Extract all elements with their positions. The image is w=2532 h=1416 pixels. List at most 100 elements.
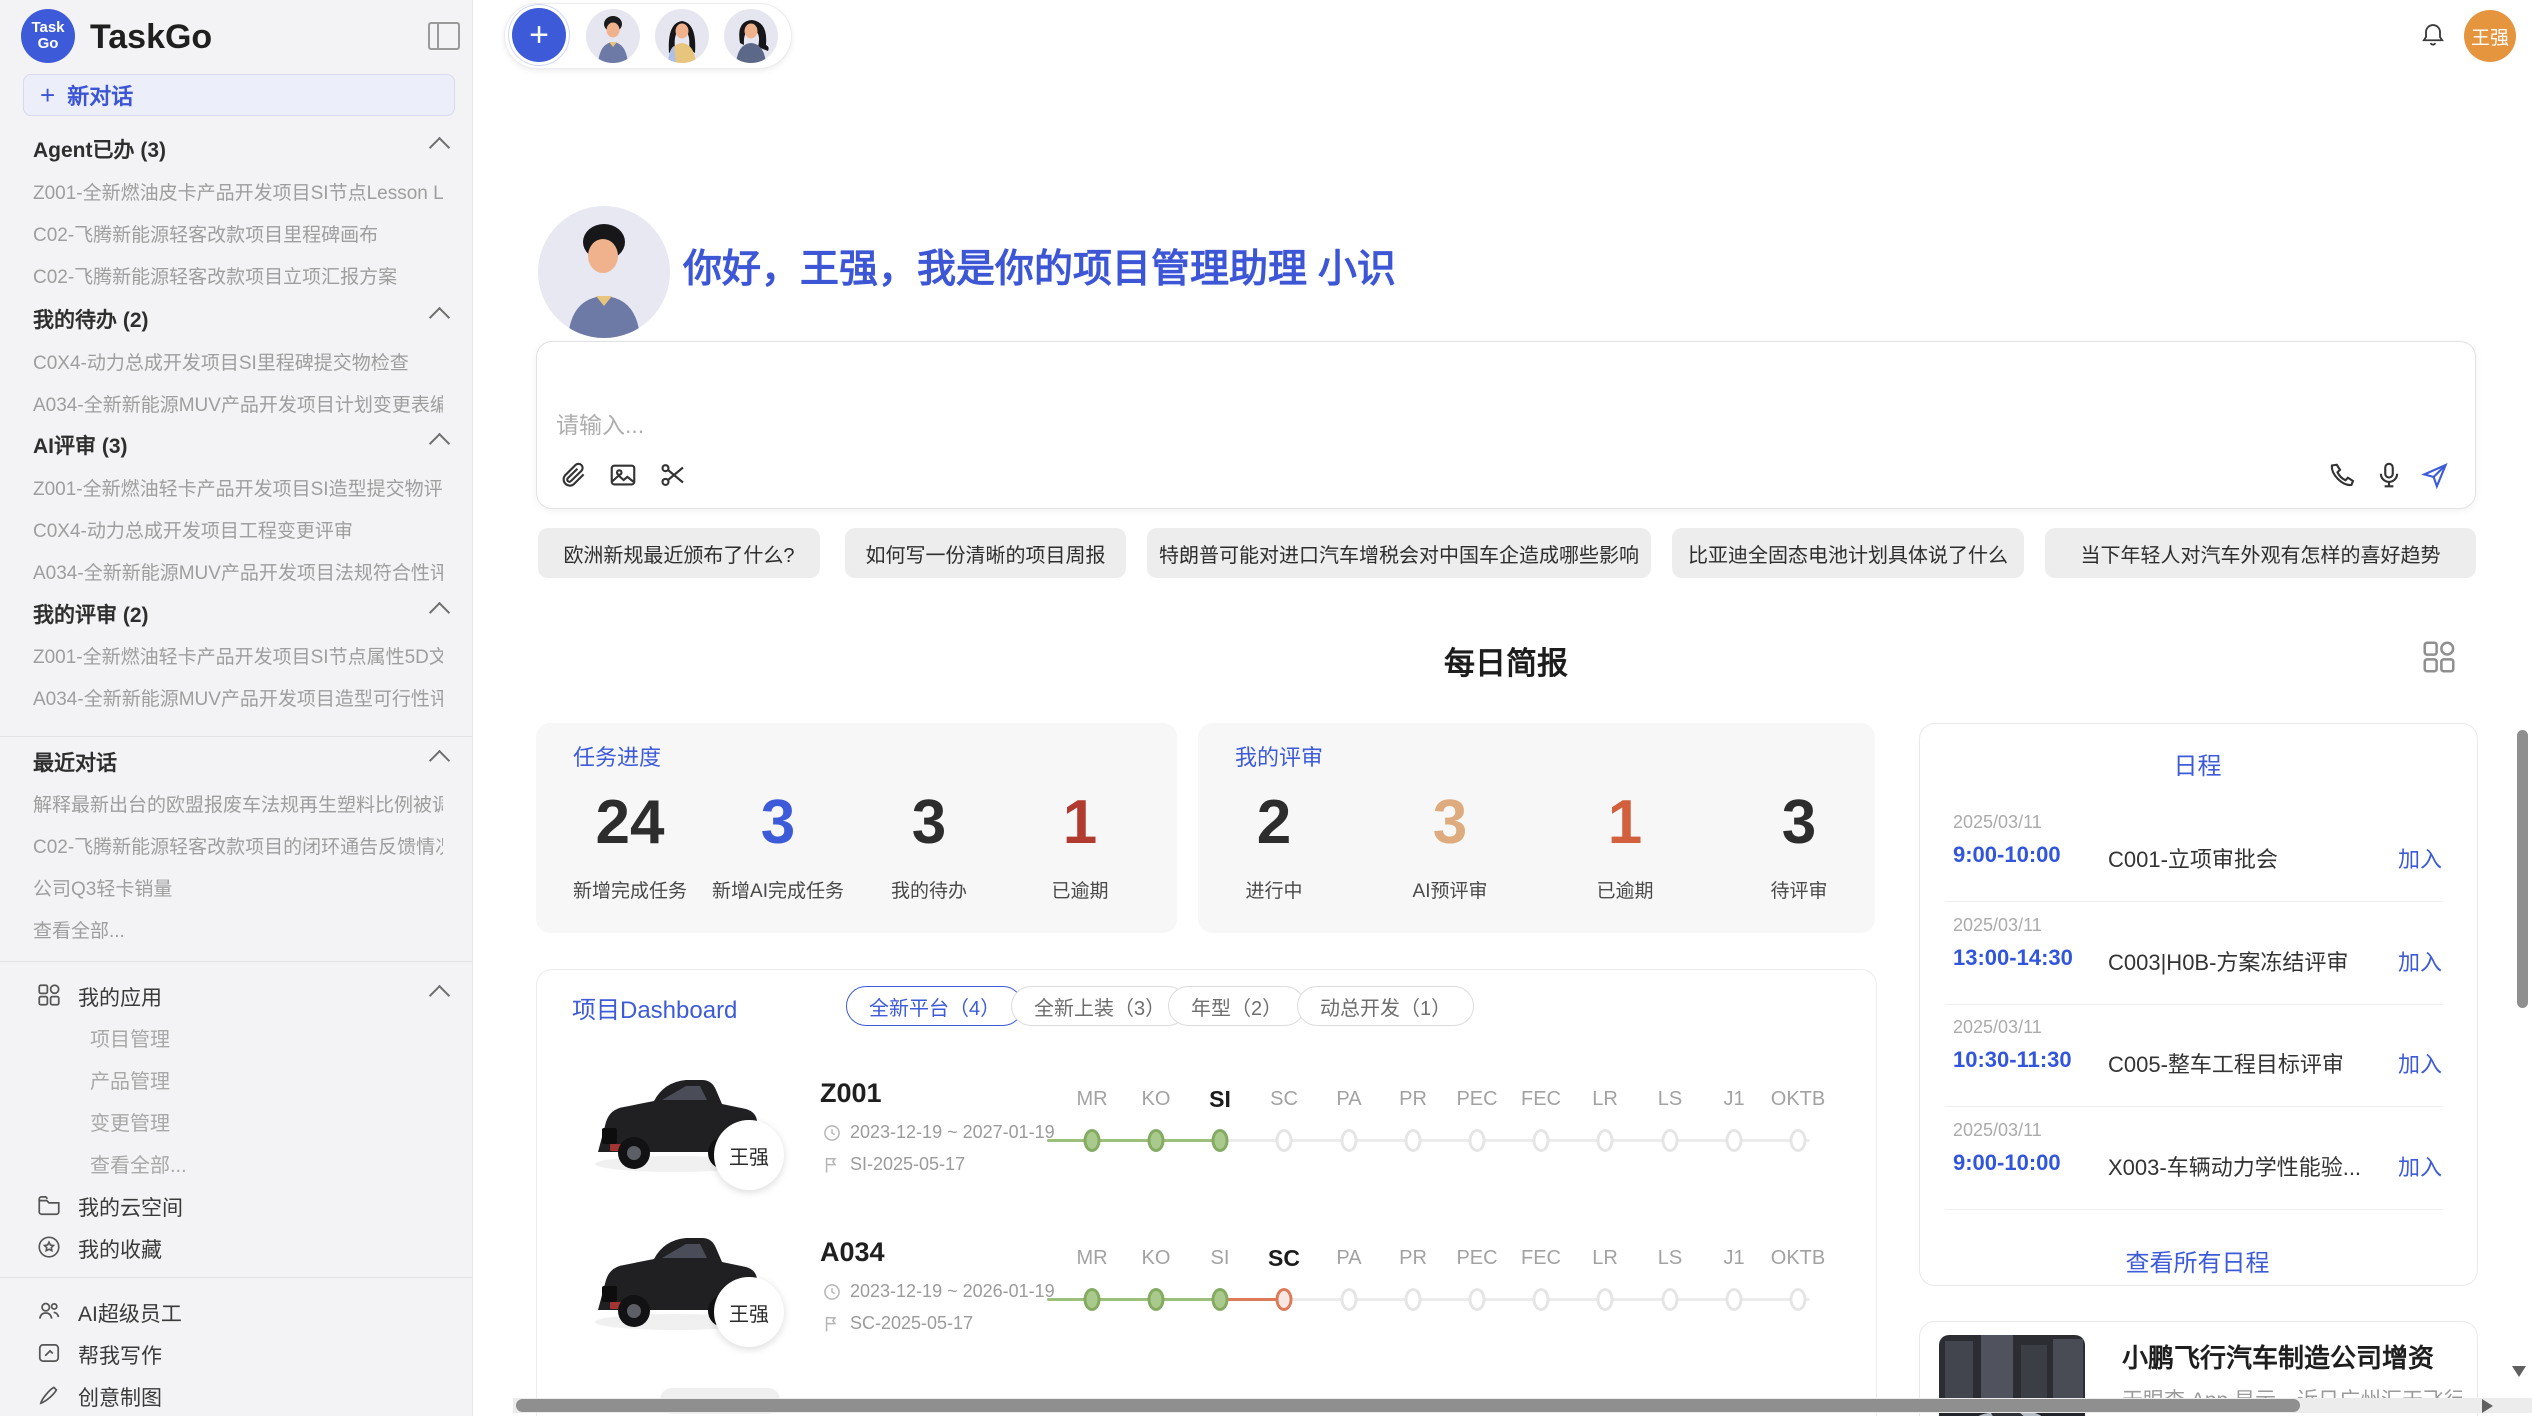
suggestion-chip[interactable]: 如何写一份清晰的项目周报 bbox=[845, 528, 1126, 578]
list-item[interactable]: 解释最新出台的欧盟报废车法规再生塑料比例被调至15%... bbox=[33, 790, 443, 817]
sidebar-item-creative-draw[interactable]: 创意制图 bbox=[78, 1382, 162, 1412]
section-my-review[interactable]: 我的评审 (2) bbox=[33, 599, 149, 629]
attachment-icon[interactable] bbox=[558, 460, 588, 490]
app-title: TaskGo bbox=[90, 18, 212, 57]
scroll-right-arrow-icon[interactable] bbox=[2482, 1399, 2493, 1413]
scroll-down-arrow-icon[interactable] bbox=[2512, 1366, 2526, 1377]
avatar[interactable] bbox=[586, 9, 640, 63]
project-name[interactable]: A034 bbox=[820, 1237, 885, 1268]
image-icon[interactable] bbox=[608, 460, 638, 490]
milestone-node-done bbox=[1084, 1288, 1101, 1311]
join-link[interactable]: 加入 bbox=[2398, 945, 2442, 977]
sidebar-collapse-icon[interactable] bbox=[428, 22, 460, 50]
milestone-node bbox=[1533, 1288, 1550, 1311]
layout-grid-icon[interactable] bbox=[2420, 638, 2458, 676]
sidebar-item-product-mgmt[interactable]: 产品管理 bbox=[90, 1065, 170, 1094]
sidebar-item-favorites[interactable]: 我的收藏 bbox=[78, 1234, 162, 1264]
logo-line2: Go bbox=[38, 36, 59, 52]
list-item[interactable]: C0X4-动力总成开发项目工程变更评审 bbox=[33, 516, 443, 543]
divider bbox=[1945, 901, 2443, 902]
sidebar-item-my-apps[interactable]: 我的应用 bbox=[78, 982, 162, 1012]
notifications-bell-icon[interactable] bbox=[2419, 20, 2447, 50]
clock-icon bbox=[822, 1282, 842, 1302]
milestone-track-overdue bbox=[1220, 1298, 1284, 1301]
suggestion-chip[interactable]: 当下年轻人对汽车外观有怎样的喜好趋势 bbox=[2045, 528, 2476, 578]
list-item[interactable]: A034-全新新能源MUV产品开发项目造型可行性评审 bbox=[33, 684, 443, 711]
suggestion-chip[interactable]: 特朗普可能对进口汽车增税会对中国车企造成哪些影响 bbox=[1147, 528, 1651, 578]
list-item[interactable]: Z001-全新燃油轻卡产品开发项目SI节点属性5D文件评审 bbox=[33, 642, 443, 669]
app-logo: Task Go bbox=[21, 9, 75, 63]
microphone-icon[interactable] bbox=[2374, 460, 2404, 490]
milestone-node bbox=[1341, 1288, 1358, 1311]
milestone-node bbox=[1597, 1288, 1614, 1311]
milestone-node bbox=[1790, 1129, 1807, 1152]
schedule-date: 2025/03/11 bbox=[1953, 1120, 2042, 1141]
join-link[interactable]: 加入 bbox=[2398, 1047, 2442, 1079]
list-item[interactable]: A034-全新新能源MUV产品开发项目计划变更表编写 bbox=[33, 390, 443, 417]
section-agent-done[interactable]: Agent已办 (3) bbox=[33, 134, 166, 164]
divider bbox=[1945, 1209, 2443, 1210]
list-item[interactable]: C02-飞腾新能源轻客改款项目里程碑画布 bbox=[33, 220, 443, 247]
avatar[interactable] bbox=[655, 9, 709, 63]
chevron-up-icon[interactable] bbox=[429, 433, 450, 454]
daily-briefing-title: 每日简报 bbox=[1306, 638, 1706, 683]
section-recent-chats[interactable]: 最近对话 bbox=[33, 747, 117, 777]
horizontal-scrollbar-thumb[interactable] bbox=[516, 1399, 2300, 1412]
milestone-node bbox=[1662, 1129, 1679, 1152]
tab-all-platform[interactable]: 全新平台（4） bbox=[846, 986, 1023, 1026]
list-item[interactable]: Z001-全新燃油轻卡产品开发项目SI造型提交物评审 bbox=[33, 474, 443, 501]
list-item[interactable]: C02-飞腾新能源轻客改款项目立项汇报方案 bbox=[33, 262, 443, 289]
schedule-event: X003-车辆动力学性能验... bbox=[2108, 1150, 2361, 1182]
schedule-event: C005-整车工程目标评审 bbox=[2108, 1047, 2344, 1079]
milestone-label: PR bbox=[1399, 1088, 1427, 1111]
tab-year-model[interactable]: 年型（2） bbox=[1168, 986, 1305, 1026]
section-ai-review[interactable]: AI评审 (3) bbox=[33, 430, 128, 460]
suggestion-chip[interactable]: 比亚迪全固态电池计划具体说了什么 bbox=[1672, 528, 2024, 578]
tab-powertrain[interactable]: 动总开发（1） bbox=[1297, 986, 1474, 1026]
view-all-schedule-link[interactable]: 查看所有日程 bbox=[1919, 1243, 2476, 1278]
section-my-todo[interactable]: 我的待办 (2) bbox=[33, 304, 149, 334]
chevron-up-icon[interactable] bbox=[429, 137, 450, 158]
chat-input[interactable] bbox=[536, 341, 2476, 509]
chevron-up-icon[interactable] bbox=[429, 602, 450, 623]
sidebar-item-change-mgmt[interactable]: 变更管理 bbox=[90, 1107, 170, 1136]
new-chat-button[interactable]: + 新对话 bbox=[23, 74, 455, 116]
list-item[interactable]: 公司Q3轻卡销量 bbox=[33, 874, 443, 901]
milestone-label: PEC bbox=[1456, 1247, 1497, 1270]
send-icon[interactable] bbox=[2420, 460, 2450, 490]
clock-icon bbox=[822, 1123, 842, 1143]
sidebar-item-cloud-space[interactable]: 我的云空间 bbox=[78, 1192, 183, 1222]
view-all-link[interactable]: 查看全部... bbox=[33, 916, 443, 943]
add-agent-button[interactable]: + bbox=[512, 8, 566, 62]
milestone-label: PA bbox=[1336, 1247, 1361, 1270]
tab-new-body[interactable]: 全新上装（3） bbox=[1011, 986, 1188, 1026]
vertical-scrollbar-thumb[interactable] bbox=[2517, 730, 2528, 1008]
sidebar-item-project-mgmt[interactable]: 项目管理 bbox=[90, 1023, 170, 1052]
avatar[interactable] bbox=[724, 9, 778, 63]
view-all-link[interactable]: 查看全部... bbox=[90, 1149, 187, 1178]
suggestion-chip[interactable]: 欧洲新规最近颁布了什么? bbox=[538, 528, 820, 578]
list-item[interactable]: C0X4-动力总成开发项目SI里程碑提交物检查 bbox=[33, 348, 443, 375]
scissors-icon[interactable] bbox=[658, 460, 688, 490]
phone-icon[interactable] bbox=[2328, 460, 2358, 490]
project-name[interactable]: Z001 bbox=[820, 1078, 882, 1109]
card-title: 我的评审 bbox=[1235, 740, 1323, 772]
user-avatar[interactable]: 王强 bbox=[2464, 10, 2516, 62]
schedule-event: C003|H0B-方案冻结评审 bbox=[2108, 945, 2348, 977]
join-link[interactable]: 加入 bbox=[2398, 842, 2442, 874]
chevron-up-icon[interactable] bbox=[429, 750, 450, 771]
sidebar-item-help-write[interactable]: 帮我写作 bbox=[78, 1340, 162, 1370]
list-item[interactable]: C02-飞腾新能源轻客改款项目的闭环通告反馈情况 bbox=[33, 832, 443, 859]
logo-line1: Task bbox=[31, 20, 64, 36]
chevron-up-icon[interactable] bbox=[429, 985, 450, 1006]
chevron-up-icon[interactable] bbox=[429, 307, 450, 328]
project-dates: 2023-12-19 ~ 2027-01-19 bbox=[822, 1122, 1055, 1143]
sidebar-item-ai-staff[interactable]: AI超级员工 bbox=[78, 1298, 182, 1328]
list-item[interactable]: A034-全新新能源MUV产品开发项目法规符合性评审 bbox=[33, 558, 443, 585]
date-range: 2023-12-19 ~ 2027-01-19 bbox=[850, 1122, 1055, 1143]
join-link[interactable]: 加入 bbox=[2398, 1150, 2442, 1182]
list-item[interactable]: Z001-全新燃油皮卡产品开发项目SI节点Lesson Learn报告 bbox=[33, 178, 443, 205]
flag-icon bbox=[822, 1314, 842, 1334]
milestone-label: FEC bbox=[1521, 1088, 1561, 1111]
milestone-node-overdue bbox=[1276, 1288, 1293, 1311]
